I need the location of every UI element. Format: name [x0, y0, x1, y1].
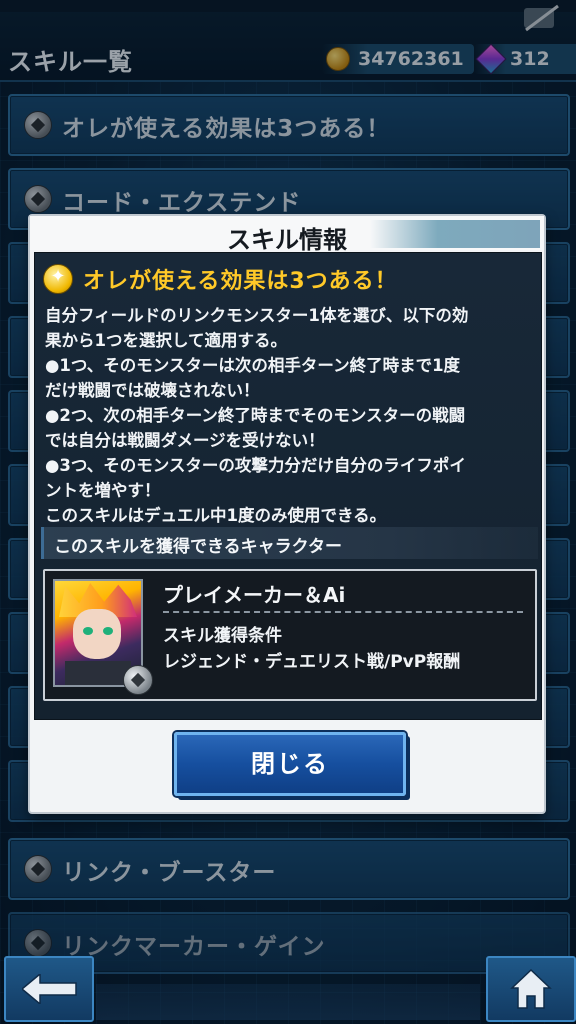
dialog-body: オレが使える効果は3つある！ 自分フィールドのリンクモンスター1体を選び、以下の… [34, 252, 542, 720]
description-line: だけ戦闘では破壊されない！ [45, 381, 260, 400]
character-portrait [53, 579, 153, 695]
star-icon [43, 264, 73, 294]
condition-title: スキル獲得条件 [163, 626, 282, 646]
portrait-suit [65, 661, 131, 685]
character-name: プレイメーカー＆Ai [163, 583, 346, 607]
divider [163, 611, 523, 613]
portrait-eye [83, 627, 93, 635]
description-line: 自分フィールドのリンクモンスター1体を選び、以下の効 [45, 306, 469, 325]
portrait-eye [103, 627, 113, 635]
back-button[interactable] [4, 956, 94, 1022]
section-header: このスキルを獲得できるキャラクター [41, 527, 538, 559]
description-line: 果から1つを選択して適用する。 [45, 331, 287, 350]
description-line: ントを増やす！ [45, 481, 161, 500]
description-line: では自分は戦闘ダメージを受けない！ [45, 431, 325, 450]
section-label: このスキルを獲得できるキャラクター [54, 537, 342, 557]
dialog-title: スキル情報 [227, 226, 347, 254]
portrait-face [73, 609, 121, 659]
description-line: ●1つ、そのモンスターは次の相手ターン終了時まで1度 [45, 356, 461, 375]
skill-heading: オレが使える効果は3つある！ [43, 263, 398, 295]
close-button[interactable]: 閉じる [174, 732, 406, 796]
description-line: このスキルはデュエル中1度のみ使用できる。 [45, 506, 387, 525]
dialog-header: スキル情報 [30, 216, 544, 254]
description-line: ●3つ、そのモンスターの攻撃力分だけ自分のライフポイ [45, 456, 466, 475]
bottom-decoration [96, 984, 480, 1020]
skill-badge-icon [123, 665, 153, 695]
character-card[interactable]: プレイメーカー＆Ai スキル獲得条件 レジェンド・デュエリスト戦/PvP報酬 [43, 569, 537, 701]
back-arrow-icon [22, 974, 77, 1004]
skill-info-dialog: スキル情報 オレが使える効果は3つある！ 自分フィールドのリンクモンスター1体を… [30, 216, 544, 812]
home-icon [510, 968, 552, 1009]
skill-description: 自分フィールドのリンクモンスター1体を選び、以下の効 果から1つを選択して適用す… [45, 303, 535, 528]
skill-name: オレが使える効果は3つある！ [83, 269, 398, 294]
condition-value: レジェンド・デュエリスト戦/PvP報酬 [163, 652, 461, 672]
description-line: ●2つ、次の相手ターン終了時までそのモンスターの戦闘 [45, 406, 466, 425]
home-button[interactable] [486, 956, 576, 1022]
